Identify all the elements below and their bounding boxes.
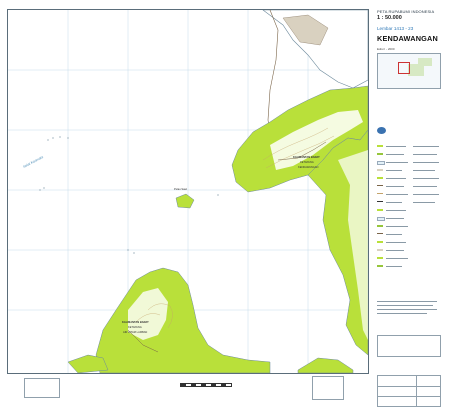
place-label-main: KALIMANTAN BARAT	[293, 156, 320, 159]
notes-block	[377, 299, 441, 329]
place-label-south: KALIMANTAN BARAT	[122, 321, 149, 324]
agency-title: PETA RUPABUMI INDONESIA	[377, 9, 435, 14]
edition: Edisi I - 2000	[377, 47, 395, 51]
index-map	[377, 53, 441, 89]
diagram-box	[377, 335, 441, 357]
legend-panel: PETA RUPABUMI INDONESIA 1 : 50.000 Lemba…	[373, 9, 443, 409]
topographic-map	[8, 10, 368, 373]
bottom-diagram-left	[24, 378, 60, 398]
island-label: Pulau Sawi	[174, 188, 187, 191]
regency-label-main: KETAPANG	[300, 161, 314, 164]
legend-symbols	[377, 145, 441, 315]
district-label-south: KETAPANG	[128, 326, 142, 329]
bottom-diagram-right	[312, 376, 344, 400]
district-label-main: KENDAWANGAN	[298, 166, 319, 169]
scale-text: 1 : 50.000	[377, 15, 402, 21]
subdistrict-label-south: AIR HITAM LAMBAN	[123, 331, 148, 334]
info-table	[377, 375, 441, 407]
sheet-number: Lembar 1413 - 23	[377, 26, 414, 31]
bottom-scale-bar	[180, 383, 232, 387]
sheet-name: KENDAWANGAN	[377, 34, 438, 43]
agency-logo	[377, 127, 386, 134]
map-frame[interactable]: Selat Karimata KALIMANTAN BARAT KETAPANG…	[7, 9, 369, 374]
map-sheet: Selat Karimata KALIMANTAN BARAT KETAPANG…	[0, 0, 450, 417]
